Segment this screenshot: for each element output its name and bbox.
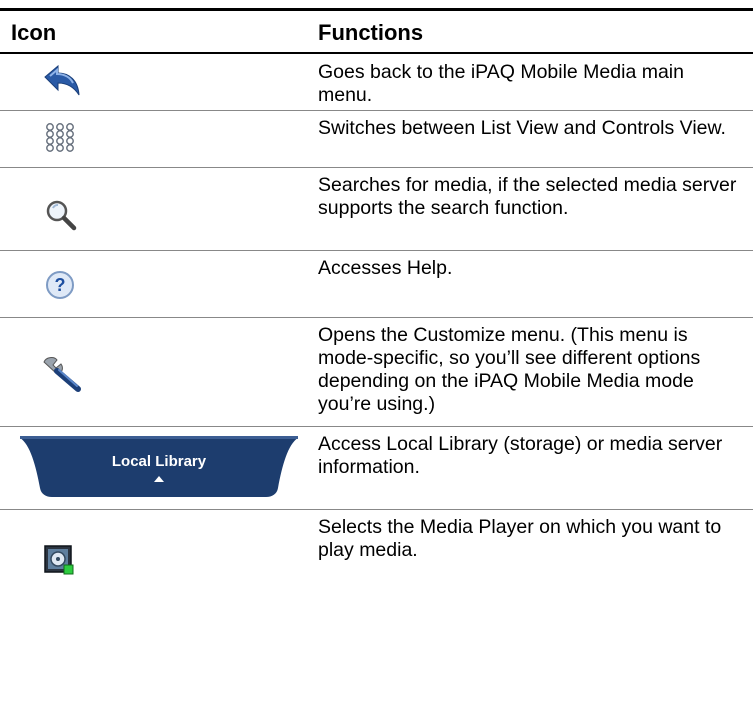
table-row: Local Library Access Local Library (stor…: [0, 427, 753, 509]
local-library-tab: Local Library: [20, 436, 298, 497]
media-player-icon: [44, 545, 74, 580]
table-row: Searches for media, if the selected medi…: [0, 168, 753, 250]
back-arrow-icon: [42, 64, 82, 104]
table-header: Icon Functions: [0, 11, 753, 52]
table-row: ? Accesses Help.: [0, 251, 753, 317]
wrench-icon: [40, 356, 86, 401]
magnifier-icon: [44, 198, 78, 237]
caret-up-icon: [154, 476, 164, 482]
function-text: Opens the Customize menu. (This menu is …: [318, 324, 701, 415]
function-text: Selects the Media Player on which you wa…: [318, 516, 722, 561]
function-text: Goes back to the iPAQ Mobile Media main …: [318, 61, 684, 106]
table-row: Opens the Customize menu. (This menu is …: [0, 318, 753, 426]
help-icon: ?: [45, 270, 75, 305]
table-row: Goes back to the iPAQ Mobile Media main …: [0, 54, 753, 110]
grid-view-icon: [44, 122, 76, 159]
function-text: Accesses Help.: [318, 257, 453, 279]
table-row: Selects the Media Player on which you wa…: [0, 510, 753, 592]
function-text: Access Local Library (storage) or media …: [318, 433, 723, 478]
function-text: Switches between List View and Controls …: [318, 117, 726, 139]
local-library-label: Local Library: [111, 453, 207, 470]
header-icon-label: Icon: [11, 20, 57, 45]
svg-text:?: ?: [55, 275, 66, 295]
header-functions-label: Functions: [318, 20, 424, 45]
table-row: Switches between List View and Controls …: [0, 111, 753, 167]
function-text: Searches for media, if the selected medi…: [318, 174, 737, 219]
